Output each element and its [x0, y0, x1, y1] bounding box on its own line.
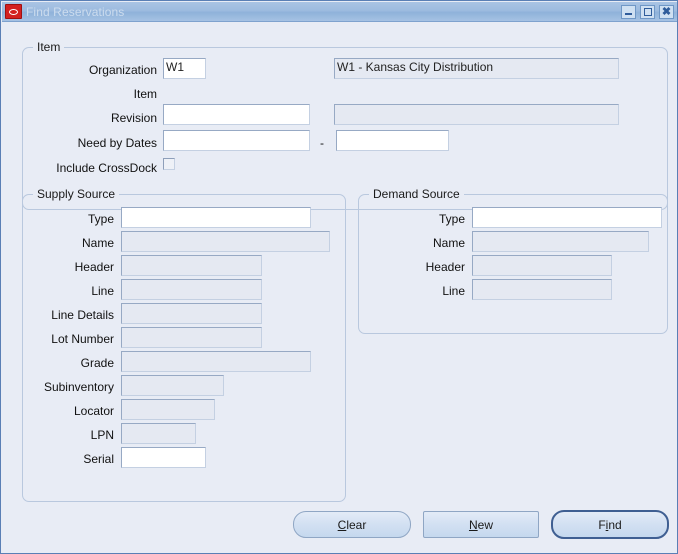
supply-header-label: Header — [74, 260, 114, 274]
organization-description: W1 - Kansas City Distribution — [334, 58, 619, 79]
find-button[interactable]: Find — [551, 510, 669, 539]
supply-lot-number-label: Lot Number — [51, 332, 114, 346]
form-canvas: Item Organization Item Revision Need by … — [2, 22, 677, 553]
supply-name-label: Name — [81, 236, 114, 250]
organization-input[interactable]: W1 — [163, 58, 206, 79]
supply-line-label: Line — [91, 284, 114, 298]
demand-type-label: Type — [438, 212, 465, 226]
need-by-dates-label: Need by Dates — [77, 136, 157, 150]
demand-name-input — [472, 231, 649, 252]
include-crossdock-label: Include CrossDock — [56, 161, 157, 175]
demand-header-input — [472, 255, 612, 276]
supply-locator-input — [121, 399, 215, 420]
supply-header-input — [121, 255, 262, 276]
demand-line-input — [472, 279, 612, 300]
demand-line-label: Line — [442, 284, 465, 298]
include-crossdock-checkbox[interactable] — [163, 158, 175, 170]
clear-button[interactable]: Clear — [293, 511, 411, 538]
item-input[interactable] — [163, 104, 310, 125]
revision-label: Revision — [110, 111, 157, 125]
supply-serial-label: Serial — [83, 452, 114, 466]
window-controls: ✖ — [621, 4, 674, 19]
organization-label: Organization — [88, 63, 157, 77]
supply-locator-label: Locator — [73, 404, 114, 418]
date-range-separator: - — [320, 136, 324, 150]
supply-subinventory-label: Subinventory — [43, 380, 114, 394]
supply-line-input — [121, 279, 262, 300]
supply-source-group-legend: Supply Source — [33, 187, 120, 201]
supply-type-label: Type — [87, 212, 114, 226]
window-titlebar[interactable]: Find Reservations ✖ — [2, 2, 677, 22]
supply-lot-number-input — [121, 327, 262, 348]
demand-source-group-legend: Demand Source — [369, 187, 464, 201]
need-by-date-to-input[interactable] — [336, 130, 449, 151]
supply-name-input — [121, 231, 330, 252]
find-reservations-window: Find Reservations ✖ Item Organization It… — [0, 0, 678, 554]
demand-name-label: Name — [432, 236, 465, 250]
supply-lpn-input — [121, 423, 196, 444]
supply-grade-label: Grade — [80, 356, 114, 370]
supply-lpn-label: LPN — [90, 428, 114, 442]
supply-grade-input — [121, 351, 311, 372]
minimize-icon[interactable] — [621, 4, 636, 19]
clear-button-label: Clear — [337, 517, 367, 532]
supply-type-input[interactable] — [121, 207, 311, 228]
oracle-logo-icon — [5, 4, 22, 19]
item-description — [334, 104, 619, 125]
supply-line-details-input — [121, 303, 262, 324]
demand-type-input[interactable] — [472, 207, 662, 228]
supply-serial-input[interactable] — [121, 447, 206, 468]
new-button-label: New — [468, 517, 493, 532]
supply-line-details-label: Line Details — [51, 308, 114, 322]
maximize-icon[interactable] — [640, 4, 655, 19]
item-label: Item — [133, 87, 157, 101]
supply-subinventory-input — [121, 375, 224, 396]
window-title: Find Reservations — [26, 4, 125, 19]
find-button-label: Find — [598, 517, 622, 532]
demand-header-label: Header — [425, 260, 465, 274]
need-by-date-from-input[interactable] — [163, 130, 310, 151]
new-button[interactable]: New — [423, 511, 539, 538]
close-icon[interactable]: ✖ — [659, 4, 674, 19]
item-group-legend: Item — [33, 40, 65, 54]
